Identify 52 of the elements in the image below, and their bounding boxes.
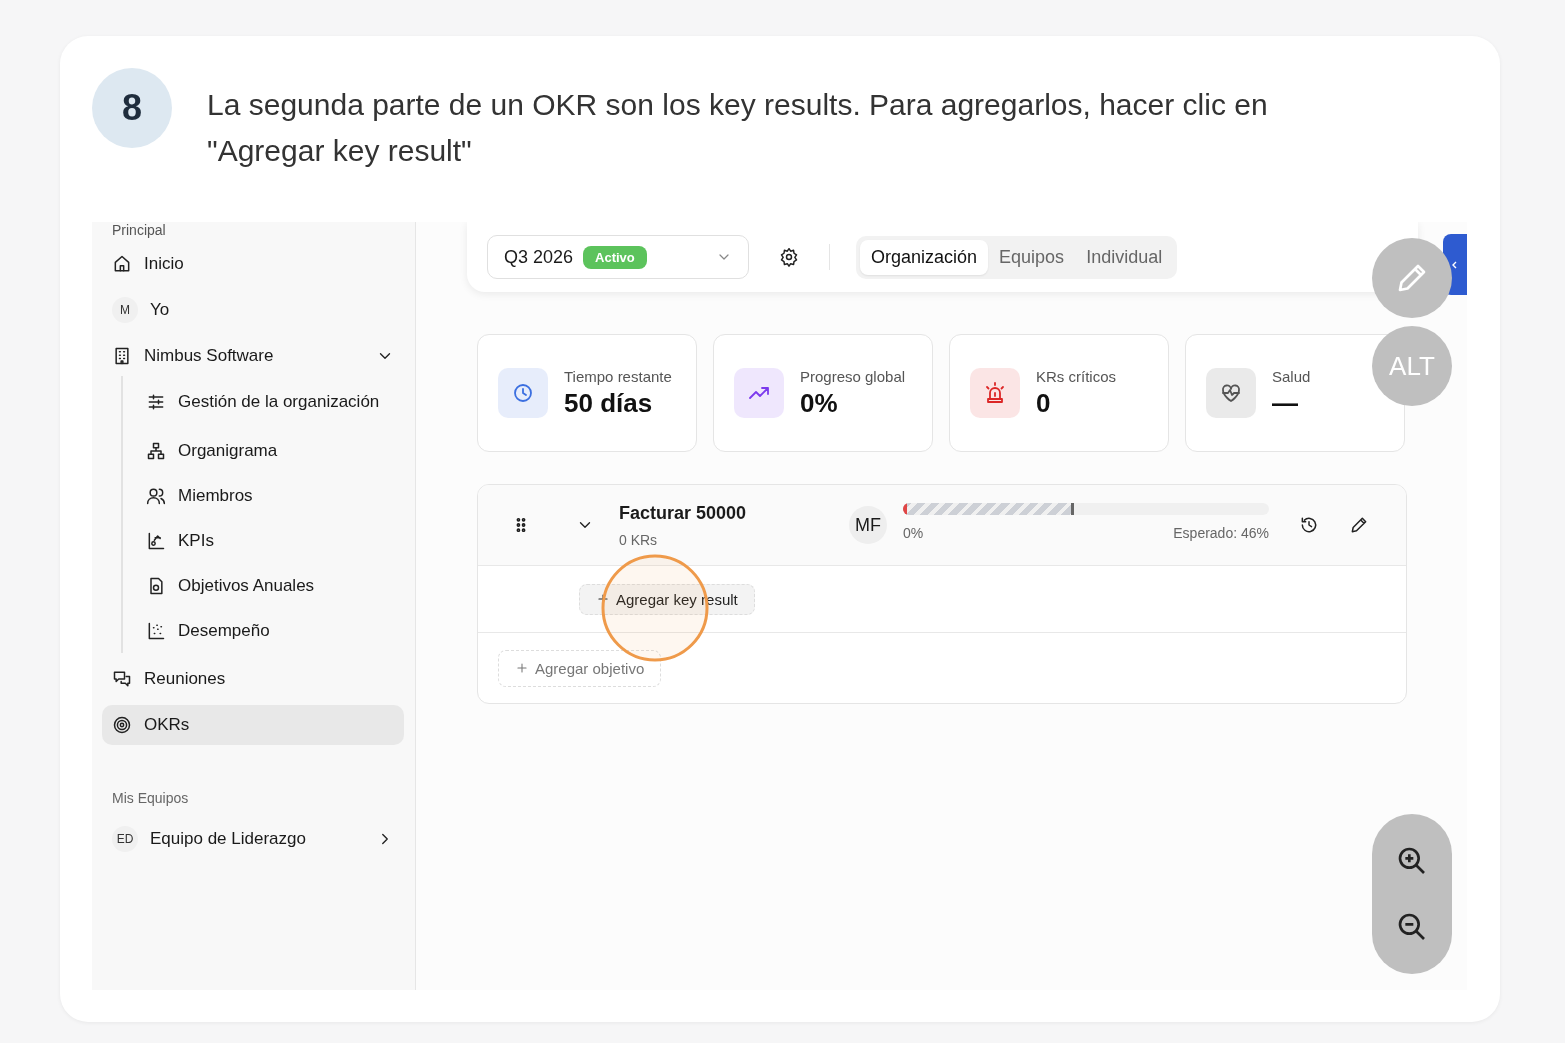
clock-icon (511, 381, 535, 405)
step-instruction: La segunda parte de un OKR son los key results. Para agregarlos, hacer clic en "Agregar key result" (207, 87, 1269, 169)
stat-value: 0 (1036, 387, 1052, 419)
sidebar-item[interactable]: Reuniones (102, 659, 404, 699)
stat-label: Salud (1272, 367, 1312, 387)
stat-label: Progreso global (800, 367, 907, 387)
siren-icon (983, 381, 1007, 405)
sidebar-item[interactable]: KPIs (136, 518, 404, 563)
step-number: 8 (92, 68, 172, 148)
sidebar-item[interactable]: Gestión de la organización (136, 376, 404, 428)
progress-value: 0% (903, 525, 924, 541)
plus-icon (515, 661, 529, 675)
avatar: MF (849, 506, 887, 544)
view-tab[interactable]: Individual (1075, 239, 1174, 275)
avatar: ED (112, 826, 138, 852)
sidebar-item[interactable]: Inicio (102, 244, 404, 284)
avatar: M (112, 297, 138, 323)
target-icon (112, 715, 132, 735)
kr-count: 0 KRs (619, 531, 659, 548)
sidebar-item[interactable]: Desempeño (136, 608, 404, 653)
sidebar-item[interactable]: ED Equipo de Liderazgo (102, 819, 404, 859)
stat-label: KRs críticos (1036, 367, 1117, 387)
sidebar-item[interactable]: Organigrama (136, 428, 404, 473)
sidebar-item[interactable]: M Yo (102, 290, 404, 330)
view-tab[interactable]: Equipos (988, 239, 1076, 275)
view-tab[interactable]: Organización (860, 239, 989, 275)
chart-icon (146, 530, 166, 551)
org-chart-icon (146, 440, 166, 461)
expected-value: Esperado: 46% (1173, 525, 1269, 541)
add-objective-button[interactable]: Agregar objetivo (498, 649, 662, 687)
building-icon (112, 346, 132, 366)
section-label: Principal (111, 222, 167, 238)
section-label: Mis Equipos (111, 789, 190, 807)
stat-value: 50 días (564, 387, 654, 419)
settings-icon (779, 247, 799, 267)
scatter-icon (146, 620, 166, 641)
chat-icon (112, 669, 132, 689)
sidebar-item[interactable]: Miembros (136, 473, 404, 518)
stat-value: 0% (800, 387, 839, 419)
period-dropdown[interactable]: Q3 2026 Activo (487, 235, 749, 279)
status-badge: Activo (583, 245, 647, 269)
pencil-icon (1349, 515, 1369, 535)
drag-handle-icon (515, 516, 527, 534)
history-icon (1299, 515, 1319, 535)
home-icon (112, 254, 132, 274)
stat-value: — (1272, 387, 1299, 419)
stat-label: Tiempo restante (564, 367, 673, 387)
sidebar-item[interactable]: OKRs (102, 705, 404, 745)
sidebar-item[interactable]: Objetivos Anuales (136, 563, 404, 608)
sliders-icon (146, 392, 166, 412)
sidebar-item[interactable]: Nimbus Software (102, 336, 404, 376)
objective-title: Facturar 50000 (619, 502, 748, 524)
